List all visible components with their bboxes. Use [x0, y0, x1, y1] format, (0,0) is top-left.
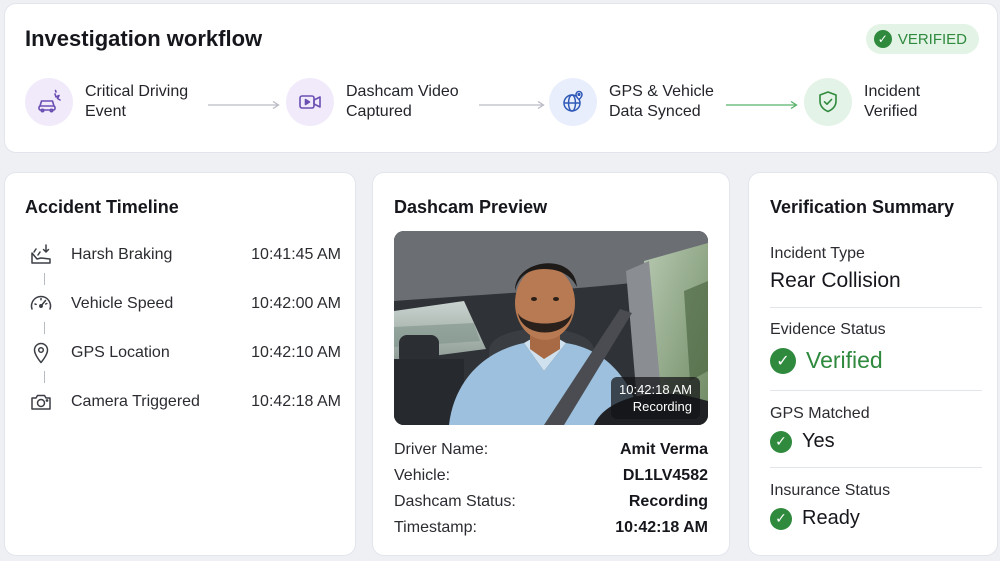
step-label: Incident Verified	[864, 83, 921, 120]
globe-pin-icon	[549, 78, 597, 126]
check-circle-icon: ✓	[770, 507, 792, 530]
car-alert-icon	[25, 78, 73, 126]
info-key: Vehicle:	[394, 467, 451, 484]
timeline-event-name: GPS Location	[71, 344, 170, 361]
insurance-status-value: ✓ Ready	[770, 507, 860, 530]
video-camera-icon	[286, 78, 334, 126]
divider	[770, 467, 982, 468]
timeline-title: Accident Timeline	[25, 197, 179, 217]
step-label: Critical Driving Event	[85, 83, 189, 120]
workflow-step-event: Critical Driving Event	[25, 78, 188, 126]
info-key: Timestamp:	[394, 519, 477, 536]
speedometer-icon	[29, 292, 53, 316]
evidence-status-text: Verified	[806, 347, 883, 373]
evidence-status-value: ✓ Verified	[770, 347, 883, 374]
verification-title: Verification Summary	[770, 197, 955, 217]
info-row-dashcam-status: Dashcam Status: Recording	[394, 493, 708, 511]
accident-timeline-card: Accident Timeline Harsh Braking 10:41:45…	[4, 172, 356, 556]
verified-badge: ✓ VERIFIED	[865, 24, 979, 54]
overlay-status: Recording	[632, 399, 692, 414]
step-label: GPS & Vehicle Data Synced	[609, 83, 714, 120]
incident-type-label: Incident Type	[770, 245, 865, 262]
timeline-item: Vehicle Speed 10:42:00 AM	[29, 291, 341, 317]
verification-summary-card: Verification Summary Incident Type Rear …	[748, 172, 998, 556]
timeline-event-name: Vehicle Speed	[71, 295, 174, 312]
dashcam-title: Dashcam Preview	[394, 197, 548, 217]
timeline-event-time: 10:42:10 AM	[251, 344, 341, 361]
info-row-driver: Driver Name: Amit Verma	[394, 441, 708, 459]
shield-check-icon	[804, 78, 852, 126]
timeline-item: Camera Triggered 10:42:18 AM	[29, 389, 341, 415]
camera-icon	[29, 390, 53, 414]
step-label: Dashcam Video Captured	[346, 83, 459, 120]
divider	[770, 307, 982, 308]
dashcam-preview-card: Dashcam Preview 10:42:18 AM Recording Dr…	[372, 172, 730, 556]
timeline-event-name: Harsh Braking	[71, 246, 173, 263]
location-pin-icon	[29, 341, 53, 365]
incident-type-text: Rear Collision	[770, 269, 901, 292]
info-key: Driver Name:	[394, 441, 489, 458]
insurance-status-label: Insurance Status	[770, 482, 891, 499]
overlay-time: 10:42:18 AM	[619, 382, 692, 397]
workflow-step-verified: Incident Verified	[804, 78, 920, 126]
arrow-right-icon	[208, 101, 280, 109]
workflow-step-gps: GPS & Vehicle Data Synced	[549, 78, 714, 126]
timeline-connector	[44, 322, 45, 334]
check-circle-icon: ✓	[770, 430, 792, 453]
timeline-event-time: 10:41:45 AM	[251, 246, 341, 263]
info-key: Dashcam Status:	[394, 493, 516, 510]
gps-matched-value: ✓ Yes	[770, 430, 835, 453]
info-value: Recording	[628, 493, 708, 510]
timeline-event-time: 10:42:18 AM	[251, 393, 341, 410]
arrow-right-icon	[726, 101, 798, 109]
info-value: 10:42:18 AM	[615, 519, 708, 536]
timeline-event-time: 10:42:00 AM	[251, 295, 341, 312]
info-row-vehicle: Vehicle: DL1LV4582	[394, 467, 708, 485]
gps-matched-label: GPS Matched	[770, 405, 870, 422]
arrow-right-icon	[479, 101, 545, 109]
timeline-connector	[44, 371, 45, 383]
video-timestamp-overlay: 10:42:18 AM Recording	[611, 377, 700, 419]
timeline-event-name: Camera Triggered	[71, 393, 200, 410]
braking-icon	[29, 243, 53, 267]
incident-type-value: Rear Collision	[770, 269, 901, 293]
insurance-status-text: Ready	[802, 507, 860, 529]
verified-badge-label: VERIFIED	[897, 30, 967, 48]
timeline-connector	[44, 273, 45, 285]
evidence-status-label: Evidence Status	[770, 321, 886, 338]
gps-matched-text: Yes	[802, 430, 835, 452]
check-circle-icon: ✓	[770, 347, 796, 374]
timeline-item: GPS Location 10:42:10 AM	[29, 340, 341, 366]
info-value: DL1LV4582	[622, 467, 708, 484]
timeline-item: Harsh Braking 10:41:45 AM	[29, 242, 341, 268]
info-value: Amit Verma	[619, 441, 708, 458]
dashcam-video-frame[interactable]: 10:42:18 AM Recording	[394, 231, 708, 425]
workflow-card: Investigation workflow ✓ VERIFIED Critic…	[4, 3, 998, 153]
check-circle-icon: ✓	[873, 30, 892, 48]
divider	[770, 390, 982, 391]
workflow-step-video: Dashcam Video Captured	[286, 78, 459, 126]
info-row-timestamp: Timestamp: 10:42:18 AM	[394, 519, 708, 537]
workflow-title: Investigation workflow	[25, 26, 263, 51]
